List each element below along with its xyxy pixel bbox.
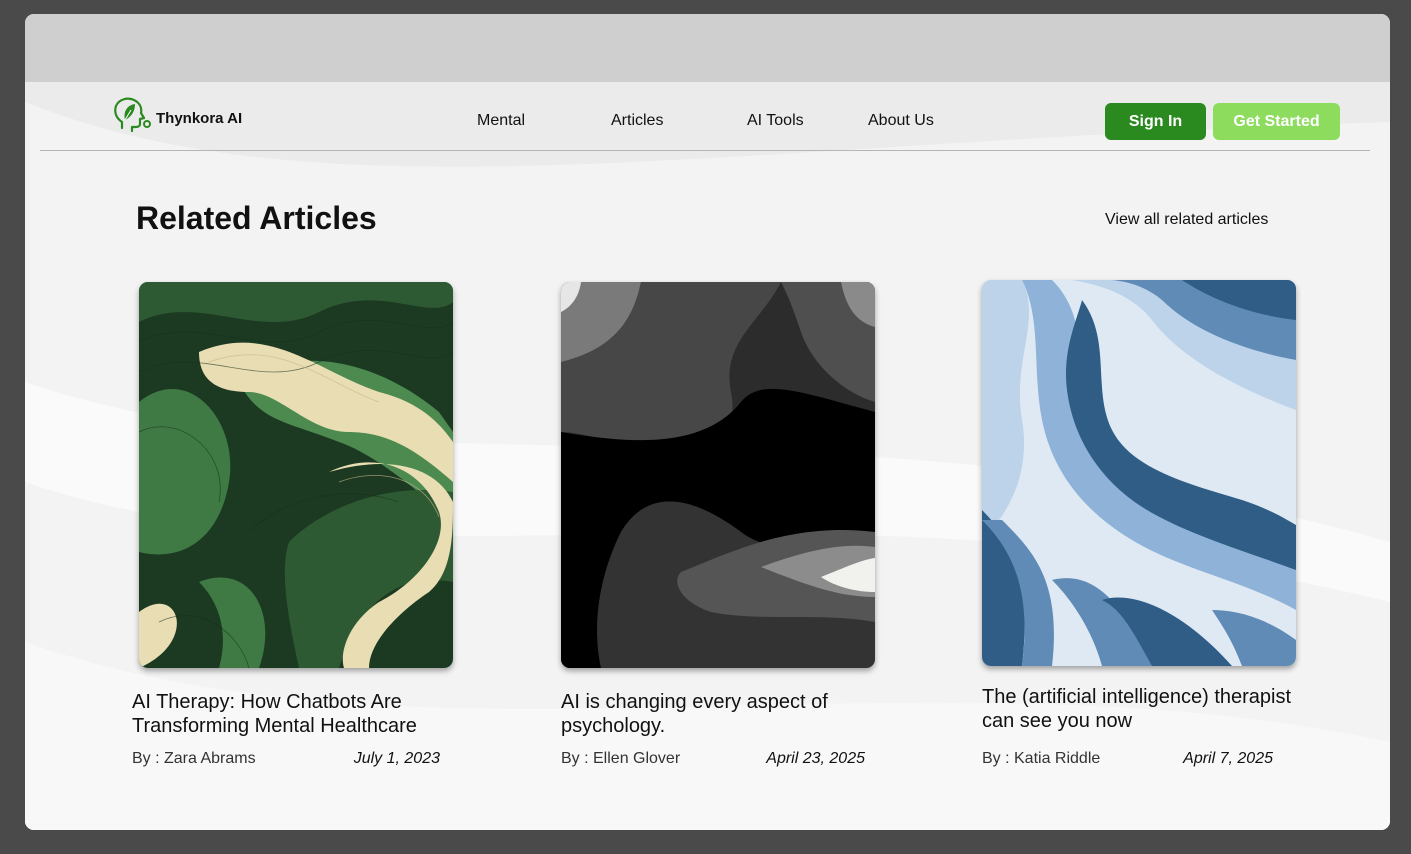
nav-item-articles[interactable]: Articles xyxy=(611,112,663,130)
article-author: By : Ellen Glover xyxy=(561,750,681,767)
nav-item-mental[interactable]: Mental xyxy=(477,112,525,130)
article-image-green[interactable] xyxy=(139,282,453,668)
article-image-blue[interactable] xyxy=(982,280,1296,666)
article-author: By : Katia Riddle xyxy=(982,750,1101,767)
article-title[interactable]: The (artificial intelligence) therapist … xyxy=(982,685,1312,733)
get-started-button[interactable]: Get Started xyxy=(1213,103,1340,140)
article-image-black[interactable] xyxy=(561,282,875,668)
browser-window: Thynkora AI Mental Articles AI Tools Abo… xyxy=(25,14,1390,830)
article-title[interactable]: AI Therapy: How Chatbots Are Transformin… xyxy=(132,690,462,738)
brand-logo[interactable]: Thynkora AI xyxy=(112,96,242,139)
window-titlebar xyxy=(25,14,1390,82)
head-leaf-icon xyxy=(112,96,152,139)
nav-item-about-us[interactable]: About Us xyxy=(868,112,934,130)
section-title: Related Articles xyxy=(136,200,377,236)
brand-name: Thynkora AI xyxy=(156,110,243,127)
header-divider xyxy=(40,150,1370,151)
article-author: By : Zara Abrams xyxy=(132,750,256,767)
article-title[interactable]: AI is changing every aspect of psycholog… xyxy=(561,690,891,738)
article-date: April 7, 2025 xyxy=(1183,750,1273,767)
page: Thynkora AI Mental Articles AI Tools Abo… xyxy=(25,82,1390,830)
nav-item-ai-tools[interactable]: AI Tools xyxy=(747,112,804,130)
article-date: July 1, 2023 xyxy=(353,750,440,767)
sign-in-button[interactable]: Sign In xyxy=(1105,103,1206,140)
article-date: April 23, 2025 xyxy=(766,750,865,767)
view-all-link[interactable]: View all related articles xyxy=(1105,211,1268,229)
